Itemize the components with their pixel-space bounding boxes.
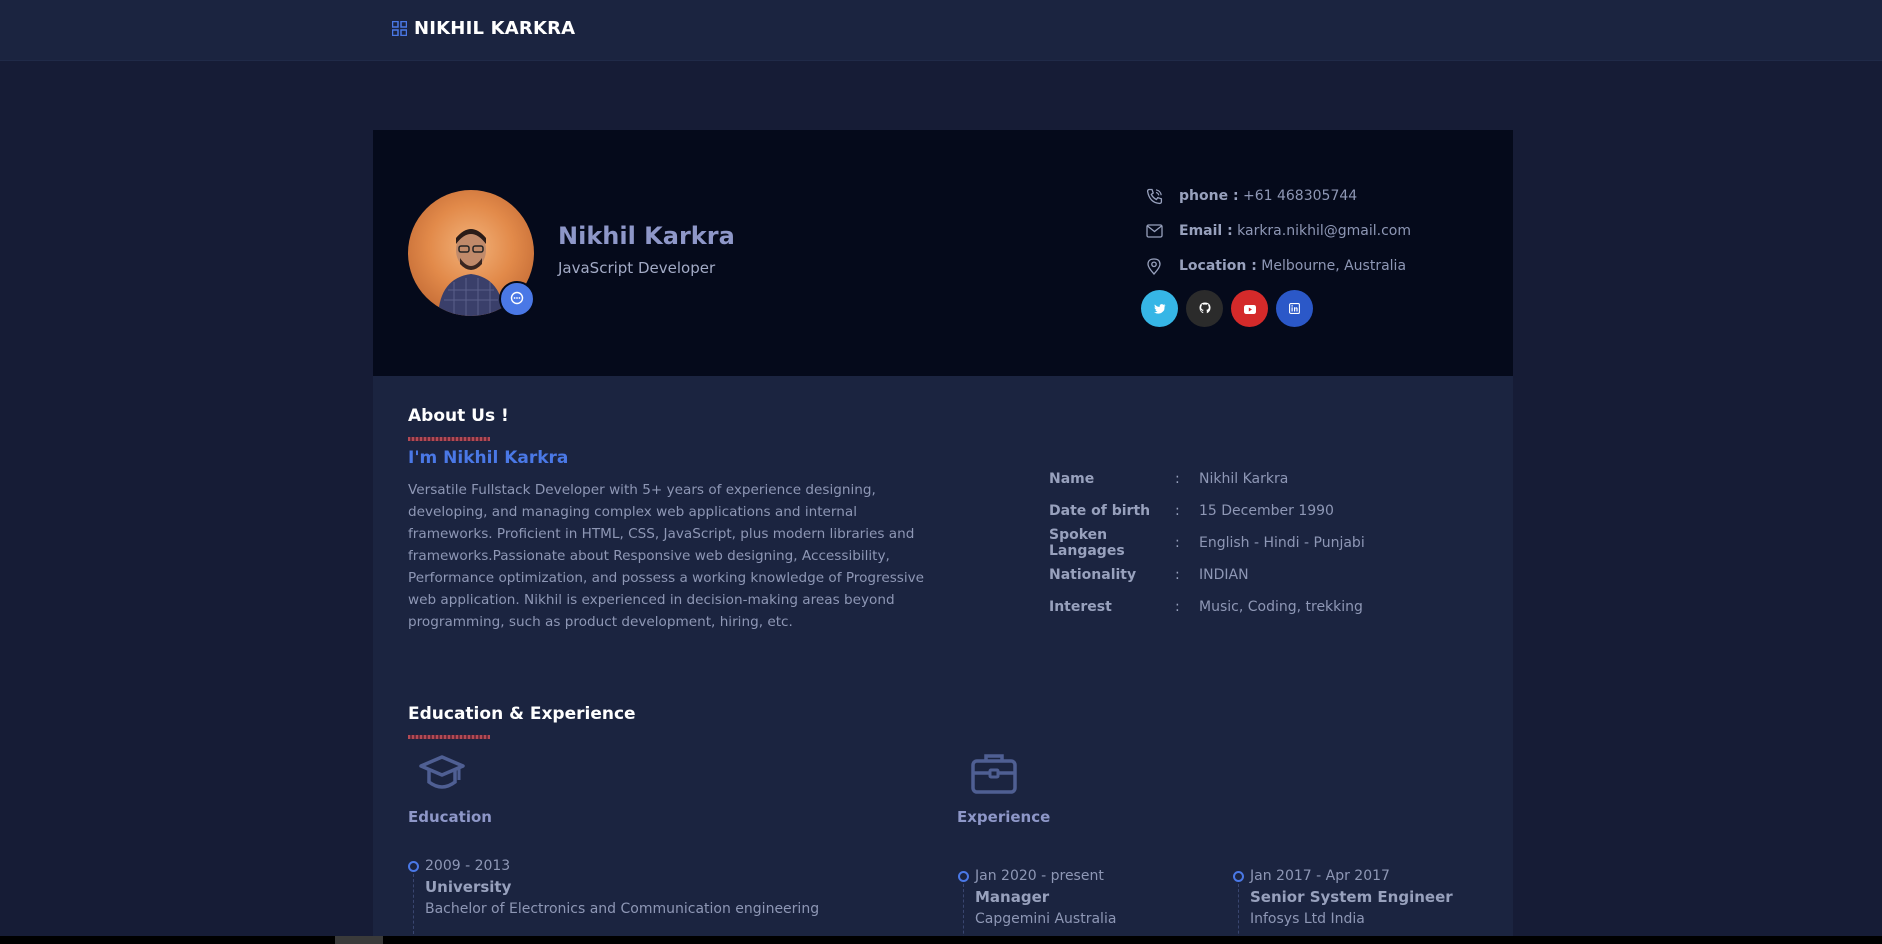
info-row-languages: Spoken Langages: English - Hindi - Punjab… xyxy=(1049,527,1365,559)
social-links xyxy=(1141,290,1313,327)
linkedin-button[interactable] xyxy=(1276,290,1313,327)
experience-title: Manager xyxy=(975,888,1050,906)
info-separator: : xyxy=(1175,471,1180,487)
phone-value[interactable]: +61 468305744 xyxy=(1243,188,1357,204)
experience-title: Senior System Engineer xyxy=(1250,888,1453,906)
brand-name: NIKHIL KARKRA xyxy=(414,18,576,39)
education-item: 2009 - 2013 University Bachelor of Elect… xyxy=(408,858,820,934)
experience-subtitle: Capgemini Australia xyxy=(975,911,1117,927)
timeline-dot xyxy=(1233,871,1244,882)
timeline-dot xyxy=(958,871,969,882)
twitter-icon xyxy=(1153,299,1166,318)
education-subtitle: Bachelor of Electronics and Communicatio… xyxy=(425,901,820,917)
github-button[interactable] xyxy=(1186,290,1223,327)
info-separator: : xyxy=(1175,535,1180,551)
info-key: Nationality xyxy=(1049,567,1137,583)
info-separator: : xyxy=(1175,503,1180,519)
info-key: Interest xyxy=(1049,599,1112,615)
contact-email: Email : karkra.nikhil@gmail.com xyxy=(1145,222,1411,240)
education-title: Education xyxy=(408,808,492,826)
contact-label: Email : xyxy=(1179,223,1233,239)
brand-link[interactable]: NIKHIL KARKRA xyxy=(392,18,575,39)
info-value: Music, Coding, trekking xyxy=(1199,599,1363,615)
mail-icon xyxy=(1145,222,1163,240)
youtube-button[interactable] xyxy=(1231,290,1268,327)
education-date: 2009 - 2013 xyxy=(425,858,511,874)
experience-subtitle: Infosys Ltd India xyxy=(1250,911,1365,927)
timeline-line xyxy=(413,874,414,934)
profile-name: Nikhil Karkra xyxy=(558,222,735,250)
about-title-underline xyxy=(408,437,490,441)
horizontal-scrollbar-thumb[interactable] xyxy=(335,936,383,944)
contact-label: Location : xyxy=(1179,258,1257,274)
education-experience-underline xyxy=(408,735,490,739)
info-separator: : xyxy=(1175,599,1180,615)
info-separator: : xyxy=(1175,567,1180,583)
youtube-icon xyxy=(1243,299,1256,318)
briefcase-icon xyxy=(971,753,1017,799)
info-row-dob: Date of birth: 15 December 1990 xyxy=(1049,495,1365,527)
grid-icon xyxy=(392,21,407,36)
experience-item: Jan 2020 - present Manager Capgemini Aus… xyxy=(958,868,1117,944)
twitter-button[interactable] xyxy=(1141,290,1178,327)
location-icon xyxy=(1145,257,1163,275)
personal-info-list: Name: Nikhil Karkra Date of birth: 15 Dece… xyxy=(1049,463,1365,623)
info-value: Nikhil Karkra xyxy=(1199,471,1289,487)
education-experience-title: Education & Experience xyxy=(408,704,636,724)
linkedin-icon xyxy=(1289,299,1300,318)
contact-phone: phone : +61 468305744 xyxy=(1145,187,1357,205)
info-key: Spoken Langages xyxy=(1049,527,1125,559)
info-key: Name xyxy=(1049,471,1095,487)
about-text: Versatile Fullstack Developer with 5+ ye… xyxy=(408,482,925,630)
github-icon xyxy=(1199,299,1211,318)
info-value: English - Hindi - Punjabi xyxy=(1199,535,1365,551)
email-value[interactable]: karkra.nikhil@gmail.com xyxy=(1237,223,1411,239)
info-row-interest: Interest: Music, Coding, trekking xyxy=(1049,591,1365,623)
timeline-line xyxy=(963,884,964,944)
chat-icon xyxy=(510,290,524,309)
timeline-dot xyxy=(408,861,419,872)
experience-title: Experience xyxy=(957,808,1051,826)
about-title: About Us ! xyxy=(408,406,509,426)
profile-hero: Nikhil Karkra JavaScript Developer phone… xyxy=(373,130,1513,376)
info-key: Date of birth xyxy=(1049,503,1151,519)
message-button[interactable] xyxy=(499,281,535,317)
info-row-name: Name: Nikhil Karkra xyxy=(1049,463,1365,495)
phone-icon xyxy=(1145,187,1163,205)
graduation-cap-icon xyxy=(419,754,465,798)
experience-date: Jan 2020 - present xyxy=(975,868,1104,884)
experience-item: Jan 2017 - Apr 2017 Senior System Engine… xyxy=(1233,868,1453,944)
experience-date: Jan 2017 - Apr 2017 xyxy=(1250,868,1390,884)
education-title: University xyxy=(425,878,512,896)
location-value: Melbourne, Australia xyxy=(1261,258,1407,274)
profile-role: JavaScript Developer xyxy=(558,259,716,277)
about-heading: I'm Nikhil Karkra xyxy=(408,448,569,468)
contact-label: phone : xyxy=(1179,188,1239,204)
contact-location: Location : Melbourne, Australia xyxy=(1145,257,1406,275)
horizontal-scrollbar-track[interactable] xyxy=(0,936,1882,944)
info-row-nationality: Nationality: INDIAN xyxy=(1049,559,1365,591)
info-value: INDIAN xyxy=(1199,567,1249,583)
timeline-line xyxy=(1238,884,1239,944)
profile-card: Nikhil Karkra JavaScript Developer phone… xyxy=(373,130,1513,944)
top-navbar: NIKHIL KARKRA xyxy=(0,0,1882,61)
info-value: 15 December 1990 xyxy=(1199,503,1334,519)
